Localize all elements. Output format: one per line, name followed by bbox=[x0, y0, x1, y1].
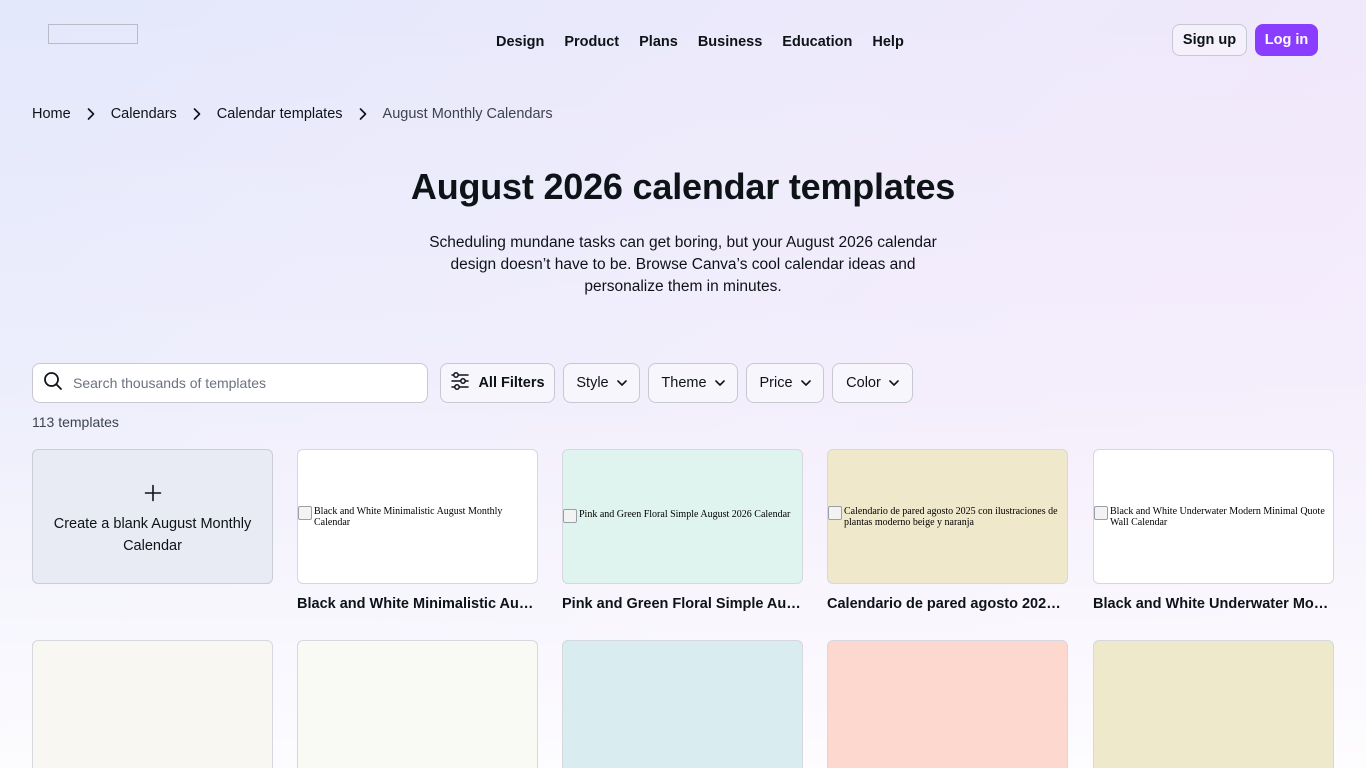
template-card-6[interactable] bbox=[297, 640, 538, 768]
style-dropdown[interactable]: Style bbox=[563, 363, 640, 403]
template-title-1[interactable]: Black and White Minimalistic August Mont… bbox=[297, 596, 538, 612]
price-dropdown-label: Price bbox=[759, 375, 793, 391]
search-icon bbox=[43, 371, 63, 396]
nav-education[interactable]: Education bbox=[772, 30, 862, 54]
template-title-4[interactable]: Black and White Underwater Modern Minima… bbox=[1093, 596, 1334, 612]
nav-design[interactable]: Design bbox=[486, 30, 554, 54]
chevron-down-icon bbox=[616, 375, 627, 391]
canva-logo[interactable] bbox=[48, 24, 138, 44]
color-dropdown-label: Color bbox=[846, 375, 881, 391]
search-input[interactable] bbox=[73, 375, 403, 391]
chevron-down-icon bbox=[800, 375, 811, 391]
chevron-down-icon bbox=[714, 375, 725, 391]
template-count: 113 templates bbox=[32, 414, 119, 430]
template-card-2[interactable]: Pink and Green Floral Simple August 2026… bbox=[562, 449, 803, 584]
broken-image-icon bbox=[563, 509, 577, 523]
template-card-4[interactable]: Black and White Underwater Modern Minima… bbox=[1093, 449, 1334, 584]
theme-dropdown[interactable]: Theme bbox=[648, 363, 738, 403]
breadcrumb-current: August Monthly Calendars bbox=[382, 106, 553, 122]
all-filters-button[interactable]: All Filters bbox=[440, 363, 555, 403]
template-card-8[interactable] bbox=[827, 640, 1068, 768]
template-card-3[interactable]: Calendario de pared agosto 2025 con ilus… bbox=[827, 449, 1068, 584]
template-card-5[interactable] bbox=[32, 640, 273, 768]
chevron-right-icon bbox=[71, 108, 111, 120]
nav-help[interactable]: Help bbox=[862, 30, 913, 54]
create-blank-label: Create a blank August Monthly Calendar bbox=[53, 516, 252, 554]
breadcrumb: Home Calendars Calendar templates August… bbox=[32, 106, 553, 122]
color-dropdown[interactable]: Color bbox=[832, 363, 913, 403]
breadcrumb-home[interactable]: Home bbox=[32, 106, 71, 122]
template-thumbnail: Pink and Green Floral Simple August 2026… bbox=[563, 509, 798, 523]
create-blank-card[interactable]: Create a blank August Monthly Calendar bbox=[32, 449, 273, 584]
page-subtitle: Scheduling mundane tasks can get boring,… bbox=[429, 234, 937, 295]
template-title-2[interactable]: Pink and Green Floral Simple August 2026… bbox=[562, 596, 803, 612]
breadcrumb-calendar-templates[interactable]: Calendar templates bbox=[217, 106, 343, 122]
template-card-9[interactable] bbox=[1093, 640, 1334, 768]
login-button[interactable]: Log in bbox=[1255, 24, 1318, 56]
broken-image-icon bbox=[828, 506, 842, 520]
template-thumbnail: Black and White Minimalistic August Mont… bbox=[298, 506, 533, 528]
template-card-7[interactable] bbox=[562, 640, 803, 768]
template-card-1[interactable]: Black and White Minimalistic August Mont… bbox=[297, 449, 538, 584]
breadcrumb-calendars[interactable]: Calendars bbox=[111, 106, 177, 122]
template-thumbnail: Black and White Underwater Modern Minima… bbox=[1094, 506, 1329, 528]
nav-plans[interactable]: Plans bbox=[629, 30, 688, 54]
theme-dropdown-label: Theme bbox=[661, 375, 707, 391]
price-dropdown[interactable]: Price bbox=[746, 363, 824, 403]
template-thumbnail: Calendario de pared agosto 2025 con ilus… bbox=[828, 506, 1063, 528]
all-filters-label: All Filters bbox=[478, 375, 545, 391]
chevron-right-icon bbox=[343, 108, 383, 120]
plus-icon bbox=[144, 484, 162, 507]
broken-image-icon bbox=[298, 506, 312, 520]
broken-image-icon bbox=[1094, 506, 1108, 520]
main-nav: Design Product Plans Business Education … bbox=[486, 30, 914, 54]
template-title-3[interactable]: Calendario de pared agosto 2025 con ilus… bbox=[827, 596, 1068, 612]
nav-business[interactable]: Business bbox=[688, 30, 772, 54]
nav-product[interactable]: Product bbox=[554, 30, 629, 54]
sliders-icon bbox=[450, 371, 470, 395]
search-box[interactable] bbox=[32, 363, 428, 403]
chevron-down-icon bbox=[889, 375, 899, 391]
style-dropdown-label: Style bbox=[576, 375, 609, 391]
signup-button[interactable]: Sign up bbox=[1172, 24, 1247, 56]
page-title: August 2026 calendar templates bbox=[410, 166, 956, 207]
chevron-right-icon bbox=[177, 108, 217, 120]
